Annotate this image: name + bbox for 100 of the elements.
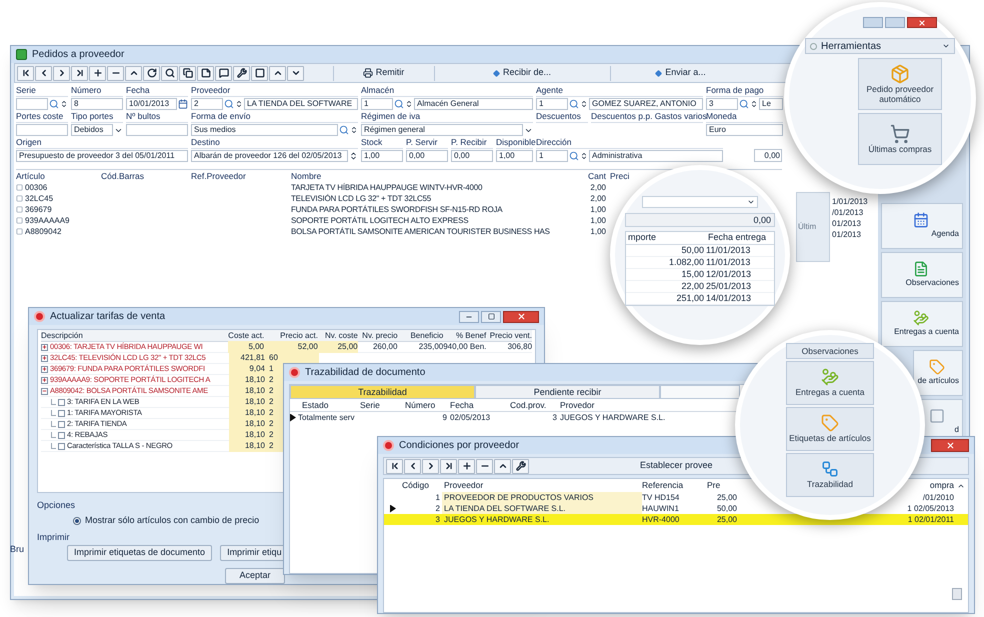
total-field[interactable]: 0,00 [754,149,782,162]
spinner-icon[interactable] [349,151,358,161]
name-field[interactable]: Almacén General [414,98,533,110]
toolbar-button[interactable] [440,458,457,474]
dropdown-button[interactable]: Recibir de... [434,66,609,80]
search-icon[interactable] [224,99,234,109]
close-button[interactable] [907,17,937,28]
sidebar-button[interactable]: Observaciones [786,343,874,359]
toolbar-button[interactable] [476,458,493,474]
expander[interactable] [41,388,48,394]
text-field[interactable]: Presupuesto de proveedor 3 del 05/01/2011 [16,150,188,162]
text-field[interactable] [16,124,68,136]
toolbar-button[interactable] [143,66,160,80]
search-icon[interactable] [569,99,579,109]
expander[interactable] [41,366,48,372]
text-field[interactable]: 0,00 [406,150,448,162]
toolbar-button[interactable] [35,66,52,80]
toolbar-button[interactable] [404,458,421,474]
search-icon[interactable] [394,99,404,109]
code-field[interactable]: 1 [361,98,393,110]
spinner-icon[interactable] [405,99,413,109]
text-field[interactable]: 1,00 [361,150,403,162]
total-field[interactable]: 0,00 [625,213,775,227]
code-field[interactable]: Sus medios [191,124,338,136]
toolbar-button[interactable] [17,66,34,80]
select-field[interactable]: Régimen general [361,124,523,136]
select-field[interactable] [642,196,758,208]
sidebar-button[interactable]: Pedido proveedor automático [858,58,942,110]
expander[interactable] [41,376,48,384]
select-field[interactable]: Debidos [71,124,113,136]
checkbox[interactable] [58,432,65,438]
tools-dropdown[interactable]: Herramientas [805,38,955,54]
sidebar-button[interactable]: Últimas compras [858,113,942,165]
maximize-button[interactable] [481,310,501,322]
calendar-icon[interactable] [178,99,188,109]
name-field[interactable]: Administrativa [589,150,723,162]
search-icon[interactable] [339,125,349,135]
search-icon[interactable] [739,99,749,109]
expander[interactable] [41,354,48,362]
text-field[interactable]: 1,00 [496,150,533,162]
toolbar-button[interactable] [71,66,88,80]
tab[interactable]: Pendiente recibir [475,385,660,399]
name-field[interactable]: LA TIENDA DEL SOFTWARE [244,98,358,110]
toolbar-button[interactable] [179,66,196,80]
text-field[interactable]: 0,00 [451,150,493,162]
search-icon[interactable] [569,151,579,161]
toolbar-button[interactable] [233,66,250,80]
toolbar-button[interactable] [197,66,214,80]
sidebar-button[interactable]: Trazabilidad [786,453,874,497]
scrollbar-thumb[interactable] [952,588,962,600]
spinner-icon[interactable] [580,151,588,161]
sidebar-button[interactable]: Agenda [881,203,963,249]
sidebar-button[interactable]: Entregas a cuenta [881,301,963,347]
toolbar-button[interactable] [386,458,403,474]
tab[interactable]: Trazabilidad [290,385,475,399]
toolbar-button[interactable] [494,458,511,474]
toolbar-button[interactable] [161,66,178,80]
close-button[interactable] [503,310,539,322]
toolbar-button[interactable] [125,66,142,80]
code-field[interactable]: 1 [536,150,568,162]
code-field[interactable]: 2 [191,98,223,110]
sidebar-button[interactable]: Entregas a cuenta [786,361,874,405]
toolbar-button[interactable] [287,66,304,80]
checkbox[interactable] [58,398,65,406]
accept-button[interactable]: Aceptar [225,568,285,584]
text-field[interactable]: Euro [706,124,783,136]
text-field[interactable]: 8 [71,98,123,110]
dropdown-button[interactable]: Enviar a... [610,66,750,80]
toolbar-button[interactable] [422,458,439,474]
toolbar-button[interactable] [53,66,70,80]
expander[interactable] [41,344,48,350]
table-row[interactable]: 3 JUEGOS Y HARDWARE S.L. HVR-4000 25,00 1 02/01/2011 [384,514,968,525]
search-icon[interactable] [49,99,59,109]
print-button[interactable]: Remitir [333,66,433,80]
radio-button[interactable] [73,516,81,525]
toolbar-button[interactable] [251,66,268,80]
code-field[interactable]: 1 [536,98,568,110]
toolbar-button[interactable] [269,66,286,80]
text-field[interactable]: Albarán de proveedor 126 del 02/05/2013 [191,150,348,162]
toolbar-button[interactable] [458,458,475,474]
sidebar-button[interactable]: de artículos [913,350,963,396]
text-field[interactable] [126,124,188,136]
spinner-icon[interactable] [235,99,243,109]
sidebar-button[interactable]: Etiquetas de artículos [786,407,874,451]
spinner-icon[interactable] [350,125,358,135]
minimize-button[interactable] [459,310,479,322]
code-field[interactable] [16,98,48,110]
panel-button[interactable]: Últim [796,192,830,262]
checkbox[interactable] [58,410,65,416]
toolbar-text-button[interactable]: Establecer provee [640,459,713,473]
toolbar-button[interactable] [107,66,124,80]
toolbar-button[interactable] [89,66,106,80]
spinner-icon[interactable] [750,99,758,109]
date-field[interactable]: 10/01/2013 [126,98,177,110]
checkbox[interactable] [58,442,65,450]
toolbar-button[interactable] [215,66,232,80]
print-button[interactable]: Imprimir etiquetas de documento [67,545,212,561]
name-field[interactable]: GOMEZ SUAREZ, ANTONIO [589,98,703,110]
name-field[interactable]: Le [759,98,783,110]
toolbar-button[interactable] [512,458,529,474]
